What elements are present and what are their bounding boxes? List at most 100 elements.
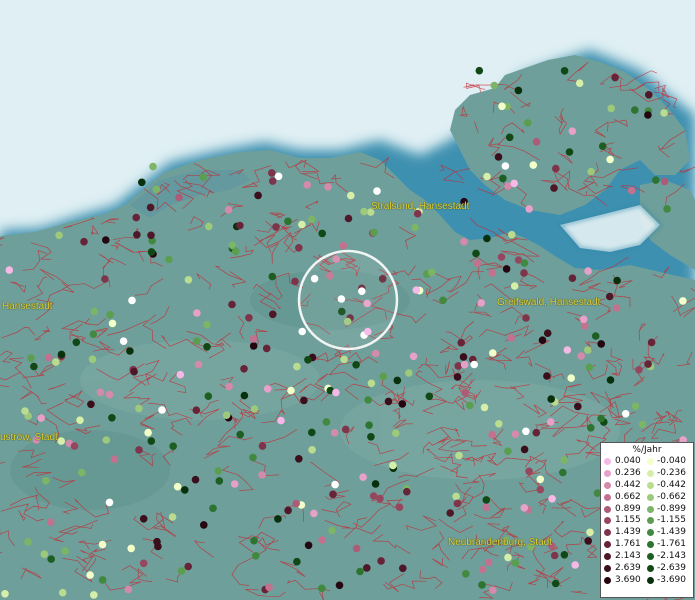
circle-marker-icon[interactable] (611, 73, 619, 82)
circle-marker-icon[interactable] (55, 231, 63, 240)
circle-marker-icon[interactable] (405, 369, 413, 377)
circle-marker-icon[interactable] (536, 485, 545, 494)
circle-marker-icon[interactable] (538, 336, 547, 345)
circle-marker-icon[interactable] (597, 340, 605, 348)
circle-marker-icon[interactable] (482, 496, 491, 504)
circle-marker-icon[interactable] (446, 509, 455, 517)
circle-marker-icon[interactable] (551, 579, 560, 588)
circle-marker-icon[interactable] (591, 332, 600, 340)
circle-marker-icon[interactable] (76, 416, 84, 425)
circle-marker-icon[interactable] (90, 307, 99, 316)
circle-marker-icon[interactable] (258, 471, 266, 479)
circle-marker-icon[interactable] (42, 477, 50, 485)
circle-marker-icon[interactable] (304, 541, 313, 550)
circle-marker-icon[interactable] (494, 153, 503, 161)
circle-marker-icon[interactable] (498, 102, 506, 111)
circle-marker-icon[interactable] (466, 401, 474, 410)
circle-marker-icon[interactable] (529, 161, 538, 169)
circle-marker-icon[interactable] (332, 388, 340, 397)
circle-marker-icon[interactable] (497, 253, 506, 261)
circle-marker-icon[interactable] (507, 334, 516, 342)
circle-marker-icon[interactable] (265, 583, 273, 592)
circle-marker-icon[interactable] (550, 551, 559, 560)
circle-marker-icon[interactable] (308, 215, 316, 224)
circle-marker-icon[interactable] (102, 436, 111, 444)
circle-marker-icon[interactable] (645, 91, 653, 99)
circle-marker-icon[interactable] (240, 391, 249, 400)
circle-marker-icon[interactable] (304, 356, 312, 364)
circle-marker-icon[interactable] (146, 203, 155, 212)
circle-marker-icon[interactable] (457, 338, 466, 347)
circle-marker-icon[interactable] (520, 504, 529, 512)
circle-marker-icon[interactable] (245, 314, 253, 322)
circle-marker-icon[interactable] (90, 591, 98, 599)
circle-marker-icon[interactable] (135, 404, 143, 413)
circle-marker-icon[interactable] (181, 486, 189, 494)
circle-marker-icon[interactable] (126, 347, 134, 355)
circle-marker-icon[interactable] (525, 205, 533, 213)
circle-marker-icon[interactable] (293, 557, 301, 566)
circle-marker-icon[interactable] (80, 237, 88, 246)
circle-marker-icon[interactable] (613, 276, 621, 285)
circle-marker-icon[interactable] (318, 536, 326, 544)
circle-marker-icon[interactable] (511, 559, 520, 567)
circle-marker-icon[interactable] (478, 581, 486, 589)
circle-marker-icon[interactable] (57, 437, 65, 445)
circle-marker-icon[interactable] (483, 234, 491, 243)
circle-marker-icon[interactable] (365, 421, 373, 430)
circle-marker-icon[interactable] (523, 119, 532, 127)
circle-marker-icon[interactable] (514, 86, 523, 95)
circle-marker-icon[interactable] (86, 571, 94, 579)
circle-marker-icon[interactable] (249, 453, 257, 462)
circle-marker-icon[interactable] (580, 322, 589, 330)
circle-marker-icon[interactable] (482, 503, 491, 512)
circle-marker-icon[interactable] (510, 179, 518, 188)
circle-marker-icon[interactable] (453, 499, 462, 508)
circle-marker-icon[interactable] (638, 420, 647, 429)
circle-marker-icon[interactable] (454, 362, 463, 370)
circle-marker-icon[interactable] (98, 576, 107, 584)
circle-marker-icon[interactable] (411, 223, 419, 232)
circle-marker-icon[interactable] (367, 379, 376, 388)
circle-marker-icon[interactable] (475, 66, 484, 75)
circle-marker-icon[interactable] (272, 223, 280, 231)
circle-marker-icon[interactable] (504, 553, 512, 562)
circle-marker-icon[interactable] (574, 402, 582, 411)
circle-marker-icon[interactable] (652, 176, 660, 184)
circle-marker-icon[interactable] (214, 467, 223, 475)
circle-marker-icon[interactable] (250, 536, 258, 545)
circle-marker-icon[interactable] (258, 442, 267, 450)
circle-marker-icon[interactable] (452, 492, 460, 501)
circle-marker-icon[interactable] (44, 353, 53, 362)
circle-marker-icon[interactable] (488, 430, 496, 439)
circle-marker-icon[interactable] (470, 360, 479, 369)
circle-marker-icon[interactable] (224, 206, 233, 214)
circle-marker-icon[interactable] (147, 231, 155, 240)
circle-marker-icon[interactable] (153, 537, 161, 546)
circle-marker-icon[interactable] (291, 277, 299, 286)
circle-marker-icon[interactable] (660, 177, 669, 186)
circle-marker-icon[interactable] (344, 214, 353, 223)
circle-marker-icon[interactable] (377, 557, 385, 565)
circle-marker-icon[interactable] (489, 349, 497, 357)
circle-marker-icon[interactable] (204, 392, 213, 401)
circle-marker-icon[interactable] (310, 509, 318, 518)
circle-marker-icon[interactable] (399, 564, 407, 573)
circle-marker-icon[interactable] (483, 172, 491, 181)
circle-marker-icon[interactable] (567, 374, 575, 382)
circle-marker-icon[interactable] (621, 410, 630, 418)
circle-marker-icon[interactable] (425, 392, 434, 401)
circle-marker-icon[interactable] (200, 521, 208, 529)
circle-marker-icon[interactable] (369, 492, 378, 500)
circle-marker-icon[interactable] (101, 275, 109, 283)
circle-marker-icon[interactable] (370, 228, 378, 237)
circle-marker-icon[interactable] (522, 314, 530, 322)
circle-marker-icon[interactable] (579, 315, 588, 324)
circle-marker-icon[interactable] (499, 174, 507, 183)
circle-marker-icon[interactable] (88, 355, 97, 364)
circle-marker-icon[interactable] (139, 515, 148, 523)
circle-marker-icon[interactable] (547, 395, 555, 403)
circle-marker-icon[interactable] (191, 475, 200, 484)
circle-marker-icon[interactable] (205, 222, 213, 231)
circle-marker-icon[interactable] (460, 360, 469, 369)
